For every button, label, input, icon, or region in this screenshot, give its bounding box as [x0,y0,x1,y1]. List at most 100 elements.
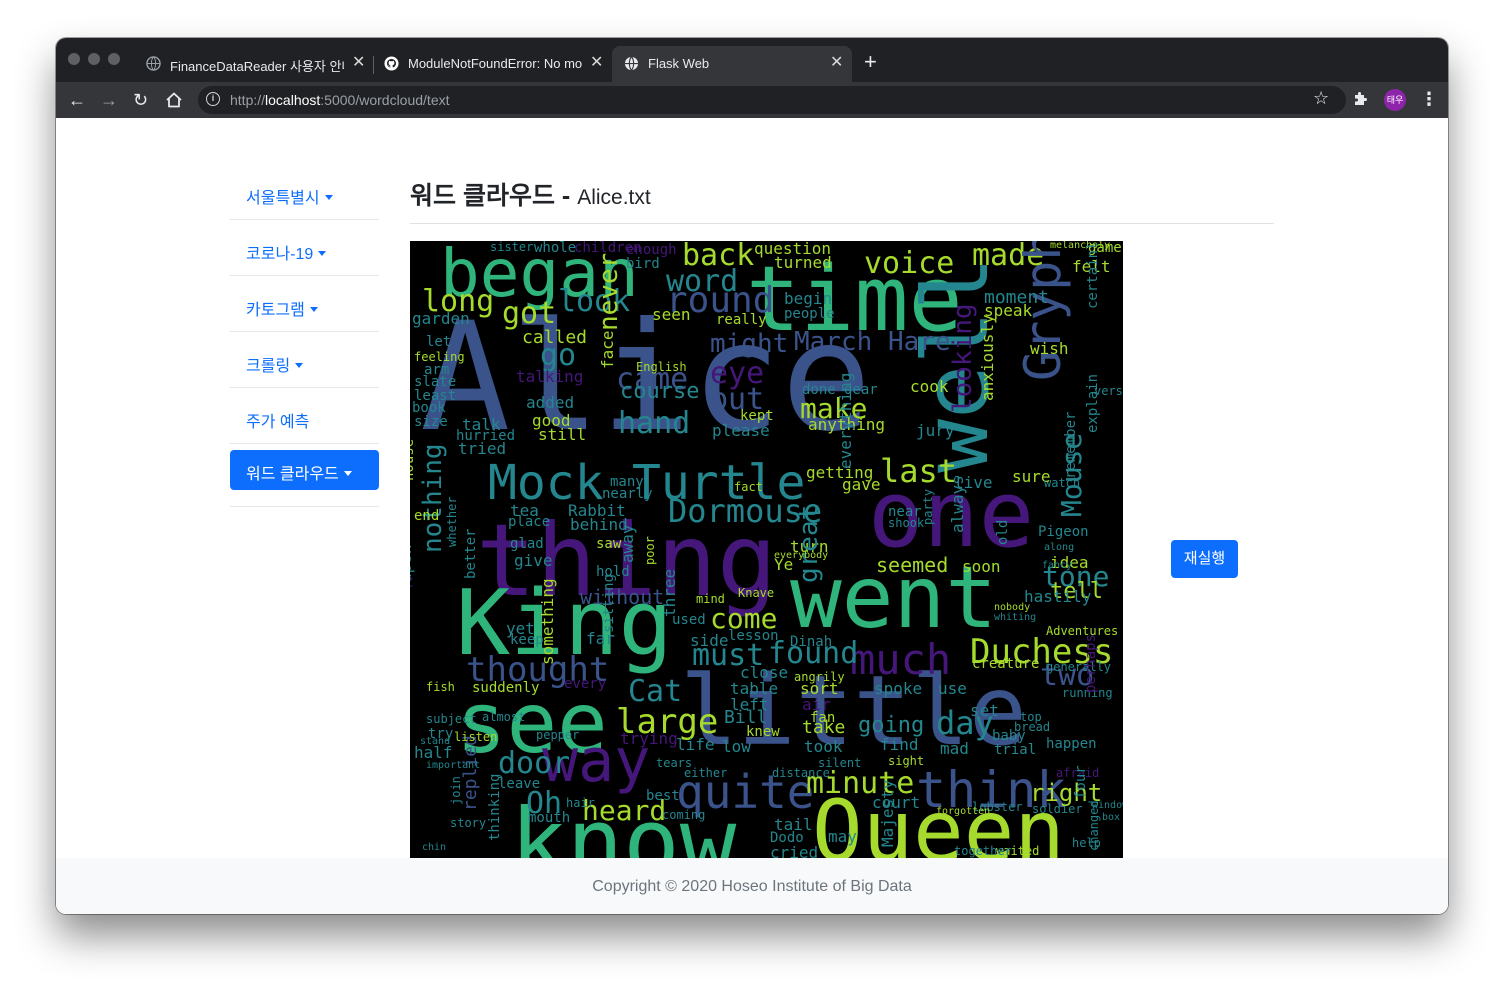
caret-down-icon [318,251,327,256]
url-path: :5000/wordcloud/text [320,92,450,108]
wordcloud-word: English [636,360,687,374]
close-icon[interactable]: ✕ [352,54,365,72]
wordcloud-word: story [450,816,487,830]
github-icon [384,56,399,71]
sidebar-item-cartogram[interactable]: 카토그램 [230,276,379,332]
close-icon[interactable]: ✕ [830,54,843,72]
sidebar: 서울특별시 코로나-19 카토그램 크롤링 주가 예측 워드 클라우드 [230,164,379,507]
wordcloud-word: tail [774,815,813,834]
wordcloud-word: sister [490,241,534,254]
new-tab-button[interactable]: + [864,50,877,74]
page-title-separator: - [561,182,571,210]
info-icon[interactable]: i [206,92,220,106]
wordcloud-word: great [794,504,824,583]
wordcloud-word: fact [734,480,763,494]
url-host: localhost [265,92,321,108]
wordcloud-word: got [502,296,557,331]
tab-financedatareader[interactable]: FinanceDataReader 사용자 안내서 ✕ [136,46,372,82]
wordcloud-word: explain [1085,373,1101,433]
tab-title: ModuleNotFoundError: No module [408,56,582,71]
home-icon[interactable] [165,91,183,109]
wordcloud-word: always [948,475,967,533]
footer: Copyright © 2020 Hoseo Institute of Big … [56,858,1448,914]
wordcloud-word: seemed [876,553,949,577]
close-window-button[interactable] [68,53,80,65]
wordcloud-word: end [414,508,440,524]
caret-down-icon [343,471,352,476]
wordcloud-word: book [412,400,446,416]
wordcloud-word: sitting [601,573,617,633]
wordcloud-word: generally [1046,660,1112,674]
sidebar-label-text: 워드 클라우드 [246,466,339,483]
wordcloud-word: melancholy [1050,241,1111,251]
wordcloud-word: certainly [1085,241,1101,309]
wordcloud-word: half [414,743,453,762]
tab-strip: FinanceDataReader 사용자 안내서 ✕ ModuleNotFou… [56,38,1448,82]
wordcloud-word: took [804,737,843,756]
wordcloud-word: subject [426,712,477,726]
wordcloud-word: Hare [888,327,951,357]
wordcloud-word: door [498,746,571,781]
profile-avatar[interactable]: 태우 [1384,89,1406,111]
sidebar-item-stock-prediction[interactable]: 주가 예측 [230,388,379,444]
maximize-window-button[interactable] [108,53,120,65]
wordcloud-word: let [426,334,452,350]
wordcloud-word: voice [864,246,955,281]
wordcloud-word: verse [1094,384,1123,398]
close-icon[interactable]: ✕ [590,54,603,72]
url-text[interactable]: http://localhost:5000/wordcloud/text [230,92,450,108]
wordcloud-word: give [514,551,553,570]
sidebar-item-label: 워드 클라우드 [246,460,352,484]
wordcloud-word: without [580,585,665,609]
wordcloud-word: seen [652,305,691,324]
wordcloud-word: Knave [738,586,775,600]
wordcloud-word: knew [746,724,780,740]
wordcloud-word: might [710,329,789,359]
wordcloud-word: begin [784,289,833,308]
wordcloud-word: either [684,766,728,780]
more-menu-icon[interactable]: ⋮ [1420,88,1438,110]
wordcloud-word: last [880,452,958,490]
wordcloud-word: better [463,528,479,579]
page-title: 워드 클라우드 - Alice.txt [410,176,651,212]
wordcloud-word: spoke [874,679,923,698]
wordcloud-word: low [722,737,751,756]
wordcloud-word: far [586,629,615,648]
wordcloud-word: sight [888,754,925,768]
wordcloud-word: find [880,735,919,754]
wordcloud-word: nothing [418,443,448,553]
tab-flask-web[interactable]: Flask Web ✕ [612,46,852,82]
address-bar[interactable]: i http://localhost:5000/wordcloud/text [198,86,1346,114]
sidebar-item-seoul[interactable]: 서울특별시 [230,164,379,220]
reload-icon[interactable]: ↻ [133,89,148,111]
page-title-filename: Alice.txt [577,186,651,209]
wordcloud-word: box [1102,812,1121,823]
page-title-text: 워드 클라우드 [410,182,555,210]
caret-down-icon [324,195,333,200]
wordcloud-word: Dinah [790,634,833,650]
sidebar-item-crawling[interactable]: 크롤링 [230,332,379,388]
rerun-button[interactable]: 재실행 [1171,540,1238,578]
wordcloud-word: away [618,524,637,563]
minimize-window-button[interactable] [88,53,100,65]
wordcloud-word: chin [422,842,447,853]
globe-icon [624,56,639,71]
tab-modulenotfounderror[interactable]: ModuleNotFoundError: No module ✕ [374,46,610,82]
extensions-puzzle-icon[interactable] [1352,91,1368,107]
wordcloud-word: course [620,379,700,404]
wordcloud-word: used [672,612,706,628]
bookmark-star-icon[interactable]: ☆ [1313,88,1329,109]
back-arrow-icon[interactable]: ← [68,89,86,111]
forward-arrow-icon[interactable]: → [100,89,118,111]
browser-window: FinanceDataReader 사용자 안내서 ✕ ModuleNotFou… [56,38,1448,914]
wordcloud-word: Cat [628,674,683,709]
wordcloud-word: mad [940,739,969,758]
wordcloud-word: distance [772,766,830,780]
wordcloud-word: replied [460,735,481,811]
wordcloud-word: fancy [1042,560,1073,571]
wordcloud-word: really [716,312,767,328]
sidebar-item-covid[interactable]: 코로나-19 [230,220,379,276]
sidebar-item-wordcloud[interactable]: 워드 클라우드 [230,444,379,506]
wordcloud-word: perhaps [1083,633,1099,693]
wordcloud-word: suddenly [472,680,540,696]
